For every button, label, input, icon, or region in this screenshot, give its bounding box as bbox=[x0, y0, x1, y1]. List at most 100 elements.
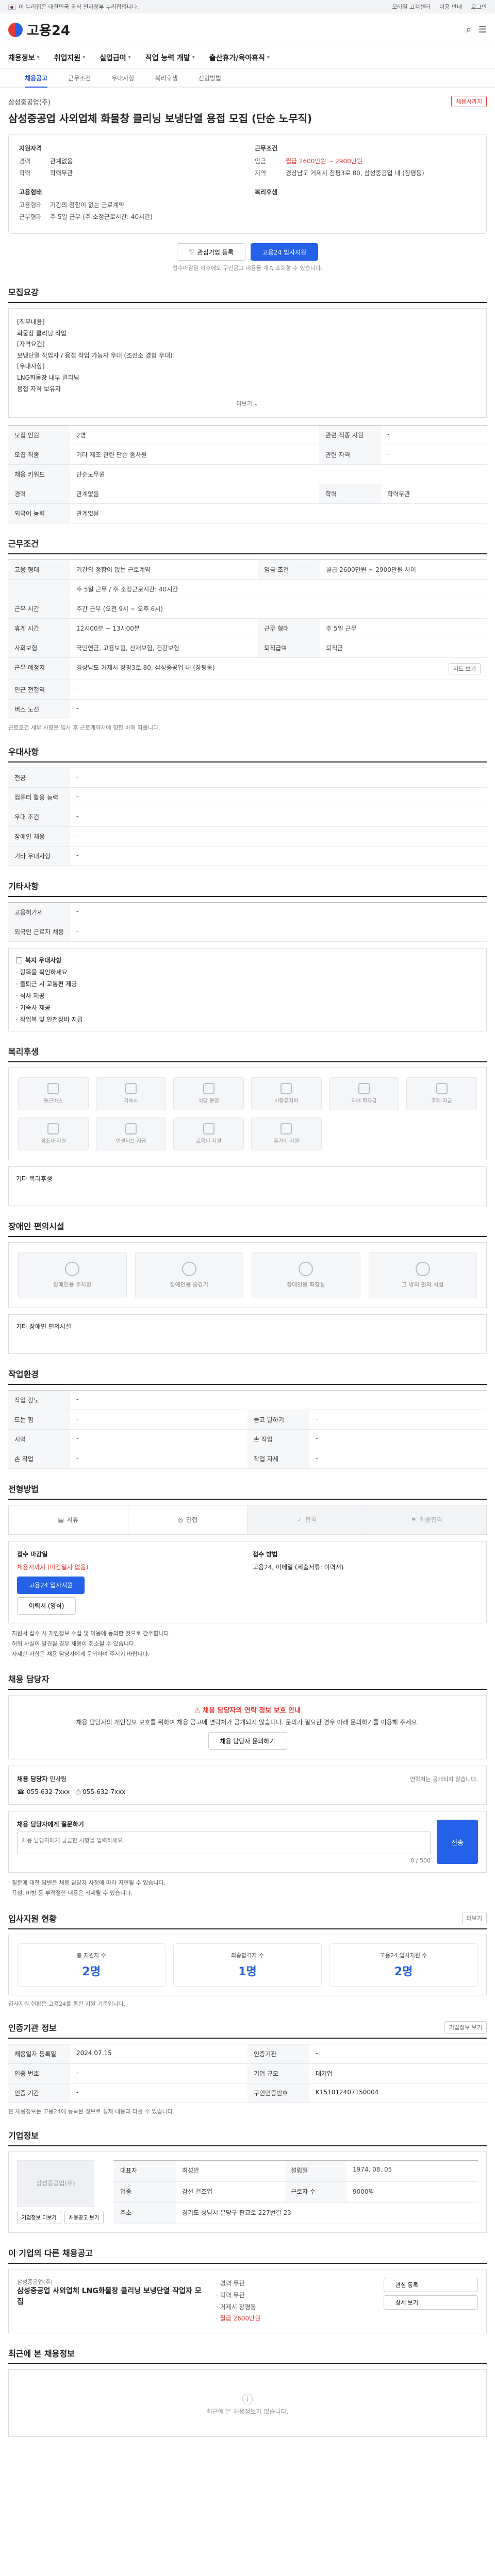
meta-text: 경력 무관 bbox=[220, 2279, 245, 2287]
check-icon: ✓ bbox=[297, 1516, 303, 1523]
row-key: 업종 bbox=[113, 2181, 176, 2203]
stat-card: 총 지원자 수 2명 bbox=[17, 1943, 166, 1987]
row-key: 우대 조건 bbox=[8, 807, 70, 827]
contact-name: 인사팀 bbox=[50, 1775, 67, 1783]
row-value: 주 5일 근무 bbox=[320, 618, 487, 638]
row-key: 관련 직종 지원 bbox=[319, 425, 382, 445]
similar-detail-button[interactable]: 상세 보기 bbox=[383, 2295, 478, 2310]
welfare-item-label: 자녀 학자금 bbox=[351, 1098, 377, 1105]
checklist-item-text: 출퇴근 시 교통편 제공 bbox=[20, 980, 77, 988]
gov-link-1[interactable]: 모바일 고객센터 bbox=[392, 4, 430, 10]
section-work-label: 근무조건 bbox=[8, 538, 39, 549]
company-jobs-button[interactable]: 채용공고 보기 bbox=[64, 2210, 104, 2224]
section-similar-title: 이 기업의 다른 채용공고 bbox=[8, 2246, 487, 2264]
similar-job-card[interactable]: 삼성중공업(주) 삼성중공업 사외업체 LNG화물창 클리닝 보냉단열 작업자 … bbox=[8, 2268, 487, 2334]
graduation-icon bbox=[358, 1083, 370, 1095]
row-key: 주소 bbox=[113, 2202, 176, 2224]
send-question-button[interactable]: 전송 bbox=[437, 1820, 478, 1865]
info-key: 인증 번호 bbox=[8, 2063, 70, 2083]
table-row: 채용 키워드 단순노무원 bbox=[8, 464, 487, 484]
work-note: 근로조건 세부 사항은 입사 후 근로계약서에 정한 바에 따릅니다. bbox=[8, 724, 160, 731]
recent-empty-text: 최근에 본 채용정보가 없습니다. bbox=[206, 2408, 289, 2416]
nav-item-1[interactable]: 채용정보 ▾ bbox=[8, 53, 40, 63]
row-value: 주 5일 근무 / 주 소정근로시간: 40시간 bbox=[70, 579, 487, 599]
contact-inquiry-button[interactable]: 채용 담당자 문의하기 bbox=[208, 1732, 287, 1750]
status-stats: 총 지원자 수 2명 최종합격자 수 1명 고용24 입사지원 수 2명 bbox=[8, 1934, 487, 1995]
table-row: 작업 강도 - bbox=[8, 1389, 487, 1410]
row-key: 컴퓨터 활용 능력 bbox=[8, 787, 70, 807]
note-text: 질문에 대한 답변은 채용 담당자 사정에 따라 지연될 수 있습니다. bbox=[12, 1879, 166, 1887]
alert-title-text: 채용 담당자의 연락 정보 보호 안내 bbox=[203, 1707, 301, 1715]
info-value: - bbox=[70, 2064, 248, 2083]
row-value: - bbox=[70, 922, 487, 942]
nav-item-4[interactable]: 직업 능력 개발 ▾ bbox=[145, 53, 195, 63]
tab-recruit[interactable]: 채용공고 bbox=[25, 74, 48, 88]
alert-body: 채용 담당자의 개인정보 보호를 위하여 채용 공고에 연락처가 공개되지 않습… bbox=[76, 1718, 419, 1726]
apply-button[interactable]: 고용24 입사지원 bbox=[250, 243, 319, 261]
row-key: 버스 노선 bbox=[8, 699, 70, 719]
map-button[interactable]: 지도 보기 bbox=[449, 663, 481, 674]
contact-card: 채용 담당자 인사팀 연락처는 공개되지 않습니다. ☎ 055-632-7xx… bbox=[8, 1766, 487, 1805]
status-more-button[interactable]: 더보기 bbox=[461, 1911, 487, 1924]
company-info-button[interactable]: 기업정보 더보기 bbox=[17, 2210, 61, 2224]
menu-icon[interactable]: ☰ bbox=[478, 24, 487, 35]
tab-welfare[interactable]: 복리후생 bbox=[155, 74, 178, 82]
tab-work[interactable]: 근무조건 bbox=[68, 74, 91, 82]
bed-icon bbox=[125, 1083, 137, 1095]
question-input[interactable] bbox=[17, 1832, 431, 1855]
type-value: 기간의 정함이 없는 근로계약 bbox=[50, 201, 124, 209]
qual-key: 학력 bbox=[19, 170, 31, 177]
row-key: 드는 힘 bbox=[8, 1410, 70, 1430]
list-item: · 욕설, 비방 등 부적절한 내용은 삭제될 수 있습니다. bbox=[8, 1890, 133, 1897]
type-title: 고용형태 bbox=[19, 189, 42, 196]
apply-button-2[interactable]: 고용24 입사지원 bbox=[17, 1576, 85, 1594]
table-row: 근무 시간 주간 근무 (오전 9시 ~ 오후 6시) bbox=[8, 599, 487, 619]
section-process-title: 전형방법 bbox=[8, 1482, 487, 1500]
row-key: 학력 bbox=[319, 484, 382, 504]
facility-label: 장애인용 승강기 bbox=[170, 1281, 208, 1288]
table-row: 근무 예정지 경상남도 거제시 장평3로 80, 삼성중공업 내 (장평동) 지도 … bbox=[8, 657, 487, 680]
row-value: - bbox=[70, 680, 487, 700]
gov-link-2[interactable]: 이용 안내 bbox=[439, 4, 462, 10]
site-logo[interactable]: 고용24 bbox=[8, 20, 70, 39]
deadline-title: 접수 마감일 bbox=[17, 1550, 48, 1558]
similar-interest-button[interactable]: 관심 등록 bbox=[383, 2277, 478, 2292]
tab-pref[interactable]: 우대사항 bbox=[111, 74, 134, 82]
qual-value: 관계없음 bbox=[50, 158, 73, 165]
coin-icon bbox=[125, 1123, 137, 1135]
section-company-label: 기업정보 bbox=[8, 2130, 39, 2141]
qual-key: 경력 bbox=[19, 158, 31, 165]
gov-link-3[interactable]: 로그인 bbox=[471, 4, 487, 10]
section-status-title: 입사지원 현황 더보기 bbox=[8, 1911, 487, 1929]
interest-button[interactable]: ♡ 관심기업 등록 bbox=[176, 243, 245, 261]
row-value: - bbox=[309, 1429, 487, 1449]
site-header: 고용24 ⌕ ☰ bbox=[0, 13, 495, 46]
info-more-button[interactable]: 기업정보 보기 bbox=[444, 2021, 487, 2033]
warning-icon: ⚠ bbox=[194, 1707, 201, 1715]
section-contact-label: 채용 담당자 bbox=[8, 1674, 50, 1685]
fold-toggle[interactable]: 더보기 ⌄ bbox=[17, 399, 478, 409]
table-row: 시력 - 손 작업 - bbox=[8, 1429, 487, 1449]
page-title: 삼성중공업 사외업체 화물창 클리닝 보냉단열 용접 모집 (단순 노무직) bbox=[8, 112, 312, 125]
nav-item-5[interactable]: 출산휴가/육아휴직 ▾ bbox=[209, 53, 270, 63]
pref-table: 전공 - 컴퓨터 활용 능력 - 우대 조건 - 장애인 채용 - 기타 우대사항 - bbox=[8, 767, 487, 866]
step-item: ▤ 서류 bbox=[9, 1505, 128, 1534]
step-item: ⚑ 최종합격 bbox=[367, 1505, 486, 1534]
company-logo: 삼성중공업(주) bbox=[17, 2160, 94, 2207]
section-pref-title: 우대사항 bbox=[8, 745, 487, 762]
search-icon[interactable]: ⌕ bbox=[466, 24, 471, 35]
facility-item: 장애인용 화장실 bbox=[252, 1251, 360, 1298]
nav-item-3[interactable]: 실업급여 ▾ bbox=[100, 53, 131, 63]
row-key bbox=[8, 579, 70, 599]
similar-title[interactable]: 삼성중공업 사외업체 LNG화물창 클리닝 보냉단열 작업자 모집 bbox=[17, 2286, 206, 2308]
welfare-item: 기숙사 bbox=[95, 1077, 167, 1110]
tab-process[interactable]: 전형방법 bbox=[199, 74, 221, 82]
row-key: 전공 bbox=[8, 767, 70, 788]
type-value: 주 5일 근무 (주 소정근로시간: 40시간) bbox=[50, 213, 153, 221]
nav-item-2[interactable]: 취업지원 ▾ bbox=[54, 53, 86, 63]
row-value: 관계없음 bbox=[70, 503, 487, 523]
resume-form-button[interactable]: 이력서 (양식) bbox=[17, 1597, 76, 1615]
chevron-down-icon: ▾ bbox=[82, 55, 86, 60]
row-key: 손 작업 bbox=[8, 1449, 70, 1469]
company-name[interactable]: 삼성중공업(주) bbox=[8, 97, 51, 107]
